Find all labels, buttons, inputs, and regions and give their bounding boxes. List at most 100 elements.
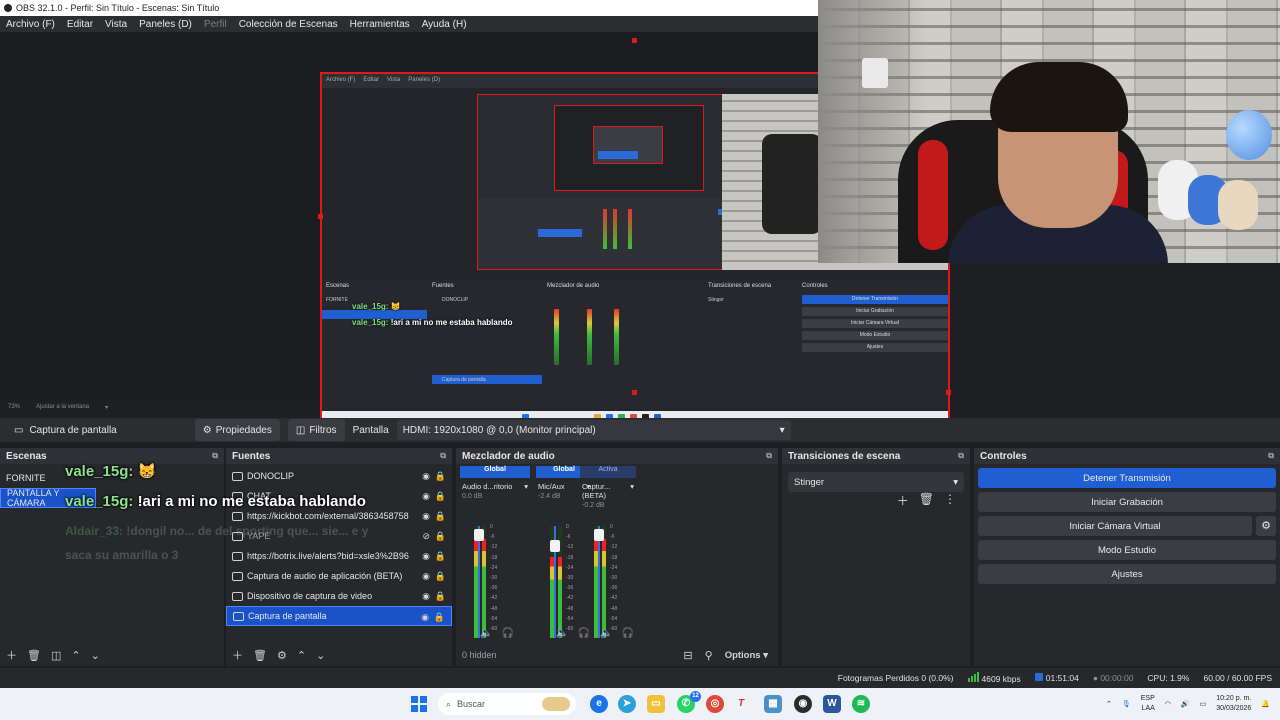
properties-button[interactable]: ⚙ Propiedades xyxy=(194,419,280,441)
notification-icon[interactable]: 🔔 xyxy=(1261,700,1270,708)
eye-icon[interactable]: ◉ xyxy=(422,571,430,582)
volume-fader-knob[interactable] xyxy=(594,528,604,541)
language-indicator[interactable]: ESP LAA xyxy=(1141,694,1155,714)
undock-icon[interactable]: ⧉ xyxy=(958,451,964,461)
resize-handle[interactable] xyxy=(632,38,637,43)
lock-icon[interactable]: 🔒 xyxy=(435,551,446,562)
lock-icon[interactable]: 🔒 xyxy=(435,491,446,502)
source-item[interactable]: Captura de audio de aplicación (BETA) ◉ 🔒 xyxy=(226,566,452,586)
add-transition-button[interactable]: ＋ xyxy=(897,492,909,509)
speaker-icon[interactable]: 🔈 xyxy=(480,628,492,639)
wifi-icon[interactable]: ◠ xyxy=(1165,700,1171,708)
speaker-icon[interactable]: 🔈 xyxy=(600,628,612,639)
volume-fader-track[interactable] xyxy=(478,526,480,638)
move-down-button[interactable]: ⌄ xyxy=(91,649,100,662)
advanced-audio-icon[interactable]: ⚲ xyxy=(705,649,713,662)
scene-filters-button[interactable]: ◫ xyxy=(51,649,61,662)
headphones-icon[interactable]: 🎧 xyxy=(621,628,633,639)
lock-icon[interactable]: 🔒 xyxy=(435,531,446,542)
eye-off-icon[interactable]: ⊘ xyxy=(422,531,430,542)
lock-icon[interactable]: 🔒 xyxy=(435,511,446,522)
menu-editar[interactable]: Editar xyxy=(61,19,99,30)
calculator-icon[interactable]: ▦ xyxy=(764,695,782,713)
mic-icon[interactable]: 🎙 xyxy=(1122,700,1131,708)
text-app-icon[interactable]: T xyxy=(732,695,750,713)
source-properties-button[interactable]: ⚙ xyxy=(277,649,287,662)
taskbar-search[interactable]: ⌕ Buscar xyxy=(438,693,576,715)
layout-icon[interactable]: ⊟ xyxy=(683,649,692,662)
filters-button[interactable]: ◫ Filtros xyxy=(287,419,345,441)
chrome-icon[interactable]: ◎ xyxy=(706,695,724,713)
menu-archivo[interactable]: Archivo (F) xyxy=(0,19,61,30)
lock-icon[interactable]: 🔒 xyxy=(435,591,446,602)
edge-icon[interactable]: e xyxy=(590,695,608,713)
undock-icon[interactable]: ⧉ xyxy=(212,451,218,461)
source-item[interactable]: https://botrix.live/alerts?bid=xsle3%2B9… xyxy=(226,546,452,566)
menu-coleccion-escenas[interactable]: Colección de Escenas xyxy=(233,19,344,30)
eye-icon[interactable]: ◉ xyxy=(422,591,430,602)
file-explorer-icon[interactable]: ▭ xyxy=(647,695,665,713)
move-up-button[interactable]: ⌃ xyxy=(71,649,80,662)
remove-source-button[interactable]: 🗑 xyxy=(253,649,267,662)
move-down-button[interactable]: ⌄ xyxy=(316,649,325,662)
transition-select[interactable]: Stinger ▾ xyxy=(788,472,964,492)
volume-fader-track[interactable] xyxy=(598,526,600,638)
headphones-icon[interactable]: 🎧 xyxy=(501,628,513,639)
menu-paneles[interactable]: Paneles (D) xyxy=(133,19,198,30)
windows-start-icon[interactable] xyxy=(411,696,427,712)
volume-fader-knob[interactable] xyxy=(550,540,560,553)
move-up-button[interactable]: ⌃ xyxy=(297,649,306,662)
more-options-icon[interactable]: ⋮ xyxy=(944,492,956,509)
gear-icon[interactable]: ⚙ xyxy=(1256,516,1276,536)
remove-scene-button[interactable]: 🗑 xyxy=(27,649,41,662)
stop-stream-button[interactable]: Detener Transmisión xyxy=(978,468,1276,488)
fit-to-window[interactable]: Ajustar a la ventana xyxy=(36,404,89,410)
spotify-icon[interactable]: ≋ xyxy=(852,695,870,713)
eye-icon[interactable]: ◉ xyxy=(422,551,430,562)
source-item[interactable]: Captura de pantalla ◉ 🔒 xyxy=(226,606,452,626)
volume-fader-knob[interactable] xyxy=(474,528,484,541)
source-item[interactable]: DONOCLIP ◉ 🔒 xyxy=(226,466,452,486)
battery-icon[interactable]: ▭ xyxy=(1200,700,1207,708)
source-item[interactable]: Dispositivo de captura de video ◉ 🔒 xyxy=(226,586,452,606)
channel-name-row[interactable]: Audio d...ritorio ▾ xyxy=(460,482,530,491)
display-select[interactable]: HDMI: 1920x1080 @ 0,0 (Monitor principal… xyxy=(396,420,791,440)
word-icon[interactable]: W xyxy=(823,695,841,713)
preview-area[interactable]: Archivo (F) Editar Vista Paneles (D) Esc… xyxy=(0,32,951,427)
eye-icon[interactable]: ◉ xyxy=(421,612,429,623)
studio-mode-button[interactable]: Modo Estudio xyxy=(978,540,1276,560)
menu-vista[interactable]: Vista xyxy=(99,19,133,30)
resize-handle[interactable] xyxy=(632,390,637,395)
lock-icon[interactable]: 🔒 xyxy=(435,471,446,482)
remove-transition-button[interactable]: 🗑 xyxy=(919,492,934,509)
clock[interactable]: 10:20 p. m. 30/03/2026 xyxy=(1216,694,1251,714)
add-source-button[interactable]: ＋ xyxy=(232,647,243,663)
undock-icon[interactable]: ⧉ xyxy=(1268,451,1274,461)
zoom-level[interactable]: 73% xyxy=(8,404,20,410)
obs-icon[interactable]: ◉ xyxy=(794,695,812,713)
volume-icon[interactable]: 🔊 xyxy=(1181,700,1190,708)
menu-herramientas[interactable]: Herramientas xyxy=(344,19,416,30)
db-scale-tick: -48 xyxy=(490,605,498,612)
start-recording-button[interactable]: Iniciar Grabación xyxy=(978,492,1276,512)
lock-icon[interactable]: 🔒 xyxy=(434,612,445,623)
channel-name-row[interactable]: Captur...(BETA) ▾ xyxy=(580,482,636,500)
settings-button[interactable]: Ajustes xyxy=(978,564,1276,584)
add-scene-button[interactable]: ＋ xyxy=(6,647,17,663)
menu-ayuda[interactable]: Ayuda (H) xyxy=(416,19,473,30)
eye-icon[interactable]: ◉ xyxy=(422,511,430,522)
whatsapp-icon[interactable]: ✆ 12 xyxy=(677,691,701,713)
eye-icon[interactable]: ◉ xyxy=(422,471,430,482)
chevron-down-icon[interactable]: ▾ xyxy=(105,404,108,411)
chevron-up-icon[interactable]: ⌃ xyxy=(1106,700,1112,708)
options-button[interactable]: Options ▾ xyxy=(725,650,768,661)
eye-icon[interactable]: ◉ xyxy=(422,491,430,502)
telegram-icon[interactable]: ➤ xyxy=(618,695,636,713)
undock-icon[interactable]: ⧉ xyxy=(766,451,772,461)
resize-handle[interactable] xyxy=(318,214,323,219)
undock-icon[interactable]: ⧉ xyxy=(440,451,446,461)
lock-icon[interactable]: 🔒 xyxy=(435,571,446,582)
resize-handle[interactable] xyxy=(946,390,951,395)
start-virtual-cam-button[interactable]: Iniciar Cámara Virtual xyxy=(978,516,1252,536)
speaker-icon[interactable]: 🔈 xyxy=(556,628,568,639)
